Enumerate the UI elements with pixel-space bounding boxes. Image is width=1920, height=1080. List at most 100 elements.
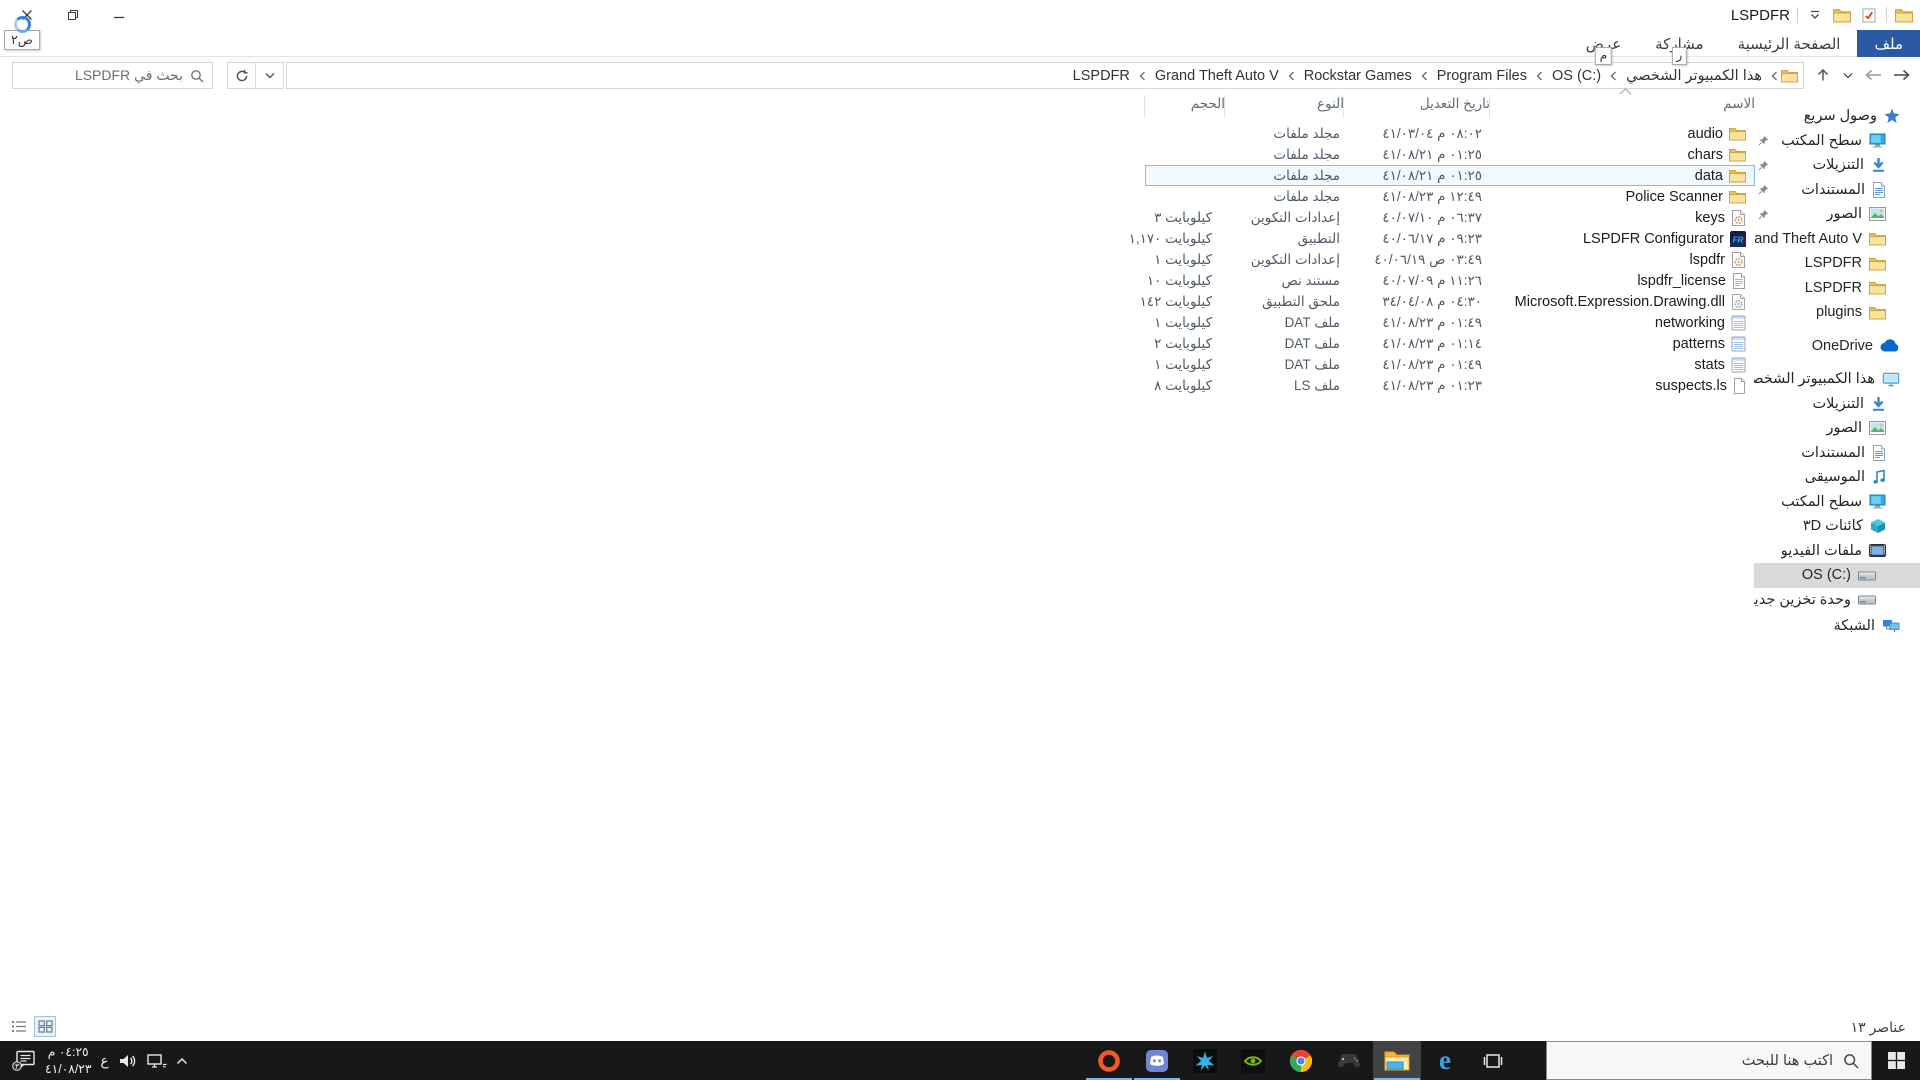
table-row[interactable]: Microsoft.Expression.Drawing.dll ⁦٣٤/٠٤/…: [1145, 291, 1755, 312]
network-icon[interactable]: [147, 1053, 167, 1069]
file-name: keys: [1695, 210, 1725, 226]
table-row[interactable]: FR LSPDFR Configurator ⁦٤٠/٠٦/١٧⁩ م ⁦٠٩:…: [1145, 228, 1755, 249]
breadcrumb-item[interactable]: هذا الكمبيوتر الشخصي: [1620, 68, 1768, 84]
action-center-icon[interactable]: ٣: [12, 1050, 36, 1071]
sidebar-item-label: سطح المكتب: [1781, 494, 1862, 510]
sidebar-item[interactable]: Grand Theft Auto V: [1754, 227, 1920, 252]
start-button[interactable]: [1872, 1041, 1920, 1080]
sidebar-item[interactable]: الموسيقى: [1754, 465, 1920, 490]
table-row[interactable]: suspects.ls ⁦٤١/٠٨/٢٣⁩ م ⁦٠١:٢٣⁩ ملف LS …: [1145, 375, 1755, 396]
sidebar-item[interactable]: سطح المكتب: [1754, 490, 1920, 515]
breadcrumb-item[interactable]: Program Files: [1431, 68, 1533, 84]
table-row[interactable]: networking ⁦٤١/٠٨/٢٣⁩ م ⁦٠١:٤٩⁩ ملف DAT …: [1145, 312, 1755, 333]
table-row[interactable]: keys ⁦٤٠/٠٧/١٠⁩ م ⁦٠٦:٣٧⁩ إعدادات التكوي…: [1145, 207, 1755, 228]
ribbon-tabs: ملف الصفحة الرئيسية مشاركة ر عرض م: [0, 30, 1920, 57]
sidebar-item[interactable]: المستندات: [1754, 178, 1920, 203]
language-indicator[interactable]: ع: [100, 1053, 108, 1069]
qat-properties-icon[interactable]: [1859, 5, 1879, 25]
breadcrumb-item[interactable]: Rockstar Games: [1298, 68, 1418, 84]
file-type-cell: ملحق التطبيق: [1225, 291, 1344, 312]
sidebar-item[interactable]: وصول سريع: [1754, 104, 1920, 129]
back-arrow-icon[interactable]: [1888, 62, 1914, 88]
sidebar-item[interactable]: كائنات ٣D: [1754, 514, 1920, 539]
chevron-icon[interactable]: [1288, 71, 1295, 81]
clock-time: ٠٤:٢٥ م: [48, 1044, 89, 1061]
sidebar-item[interactable]: OS (C:): [1754, 563, 1920, 588]
chevron-icon[interactable]: [1139, 71, 1146, 81]
sidebar-item[interactable]: الصور: [1754, 202, 1920, 227]
sidebar-item[interactable]: OneDrive: [1754, 334, 1920, 359]
sidebar-item[interactable]: سطح المكتب: [1754, 129, 1920, 154]
taskbar-clock[interactable]: ٠٤:٢٥ م ٤١/٠٨/٢٣: [45, 1044, 91, 1077]
taskbar-app-button[interactable]: [1373, 1041, 1421, 1080]
hidden-icons-chevron-icon[interactable]: [176, 1057, 188, 1065]
chevron-icon[interactable]: [1421, 71, 1428, 81]
refresh-icon[interactable]: [228, 63, 255, 88]
column-header-date[interactable]: تاريخ التعديل: [1344, 96, 1490, 119]
taskbar-app-button[interactable]: [1469, 1041, 1517, 1080]
qat-customize-icon[interactable]: [1805, 5, 1825, 25]
search-icon: [190, 69, 204, 83]
taskbar-app-button[interactable]: [1085, 1041, 1133, 1080]
taskbar: ٣ ٠٤:٢٥ م ٤١/٠٨/٢٣ ع: [0, 1041, 1920, 1080]
recent-locations-chevron-icon[interactable]: [1838, 62, 1858, 88]
sidebar-item[interactable]: LSPDFR: [1754, 251, 1920, 276]
taskbar-app-icon: [1289, 1049, 1313, 1073]
sidebar-item[interactable]: التنزيلات: [1754, 392, 1920, 417]
volume-icon[interactable]: [118, 1053, 138, 1069]
table-row[interactable]: patterns ⁦٤١/٠٨/٢٣⁩ م ⁦٠١:١٤⁩ ملف DAT ⁦٢…: [1145, 333, 1755, 354]
ribbon-tab[interactable]: مشاركة ر: [1638, 30, 1720, 57]
sidebar-item[interactable]: plugins: [1754, 300, 1920, 325]
thumbnails-view-button[interactable]: [34, 1016, 56, 1037]
search-input[interactable]: بحث في LSPDFR: [12, 62, 213, 89]
taskbar-app-button[interactable]: [1181, 1041, 1229, 1080]
breadcrumb-item[interactable]: Grand Theft Auto V: [1149, 68, 1285, 84]
table-row[interactable]: audio ⁦٤١/٠٣/٠٤⁩ م ⁦٠٨:٠٢⁩ مجلد ملفات: [1145, 123, 1755, 144]
chevron-icon[interactable]: [1610, 71, 1617, 81]
file-name: patterns: [1673, 336, 1725, 352]
forward-arrow-icon[interactable]: [1860, 62, 1886, 88]
sidebar-item-icon: [1884, 108, 1900, 124]
file-name: audio: [1688, 126, 1723, 142]
breadcrumb-item[interactable]: LSPDFR: [1067, 68, 1136, 84]
taskbar-app-button[interactable]: [1133, 1041, 1181, 1080]
taskbar-app-button[interactable]: [1229, 1041, 1277, 1080]
chevron-icon[interactable]: [1771, 71, 1778, 81]
table-row[interactable]: lspdfr_license ⁦٤٠/٠٧/٠٩⁩ م ⁦١١:٢٦⁩ مستن…: [1145, 270, 1755, 291]
taskbar-app-button[interactable]: e: [1421, 1041, 1469, 1080]
column-header-name[interactable]: الاسم: [1490, 96, 1755, 119]
table-row[interactable]: Police Scanner ⁦٤١/٠٨/٢٣⁩ م ⁦١٢:٤٩⁩ مجلد…: [1145, 186, 1755, 207]
sidebar-item[interactable]: هذا الكمبيوتر الشخصي: [1754, 367, 1920, 392]
up-arrow-icon[interactable]: [1810, 62, 1836, 88]
ribbon-tab[interactable]: عرض م: [1569, 30, 1638, 57]
sidebar-item[interactable]: الصور: [1754, 416, 1920, 441]
sidebar-item[interactable]: وحدة تخزين جديدة (D:): [1754, 588, 1920, 613]
details-view-button[interactable]: [8, 1016, 30, 1037]
sidebar-item[interactable]: الشبكة: [1754, 614, 1920, 639]
sidebar-item[interactable]: التنزيلات: [1754, 153, 1920, 178]
breadcrumb-item[interactable]: OS (C:): [1546, 68, 1607, 84]
restore-icon[interactable]: [54, 2, 92, 28]
sidebar-item[interactable]: المستندات: [1754, 441, 1920, 466]
sidebar-item[interactable]: ملفات الفيديو: [1754, 539, 1920, 564]
address-dropdown-chevron-icon[interactable]: [255, 63, 283, 88]
table-row[interactable]: lspdfr ⁦٤٠/٠٦/١٩⁩ ص ⁦٠٣:٤٩⁩ إعدادات التك…: [1145, 249, 1755, 270]
minimize-icon[interactable]: [100, 2, 138, 28]
qat-new-folder-icon[interactable]: [1832, 5, 1852, 25]
column-header-type[interactable]: النوع: [1225, 96, 1344, 119]
chevron-icon[interactable]: [1536, 71, 1543, 81]
table-row[interactable]: stats ⁦٤١/٠٨/٢٣⁩ م ⁦٠١:٤٩⁩ ملف DAT ⁦١⁩ ك…: [1145, 354, 1755, 375]
table-row[interactable]: chars ⁦٤١/٠٨/٢١⁩ م ⁦٠١:٢٥⁩ مجلد ملفات: [1145, 144, 1755, 165]
taskbar-app-button[interactable]: [1325, 1041, 1373, 1080]
sidebar-item[interactable]: LSPDFR: [1754, 276, 1920, 301]
ribbon-tab[interactable]: الصفحة الرئيسية: [1721, 30, 1858, 57]
ribbon-tab[interactable]: ملف: [1857, 30, 1920, 57]
file-name: lspdfr: [1690, 252, 1725, 268]
file-name: lspdfr_license: [1637, 273, 1726, 289]
address-bar[interactable]: هذا الكمبيوتر الشخصي OS (C:) Program Files…: [286, 62, 1804, 89]
column-header-size[interactable]: الحجم: [1145, 96, 1225, 119]
table-row[interactable]: data ⁦٤١/٠٨/٢١⁩ م ⁦٠١:٢٥⁩ مجلد ملفات: [1145, 165, 1755, 186]
sidebar-item-icon: [1869, 544, 1886, 557]
taskbar-search-input[interactable]: اكتب هنا للبحث: [1546, 1041, 1872, 1080]
taskbar-app-button[interactable]: [1277, 1041, 1325, 1080]
